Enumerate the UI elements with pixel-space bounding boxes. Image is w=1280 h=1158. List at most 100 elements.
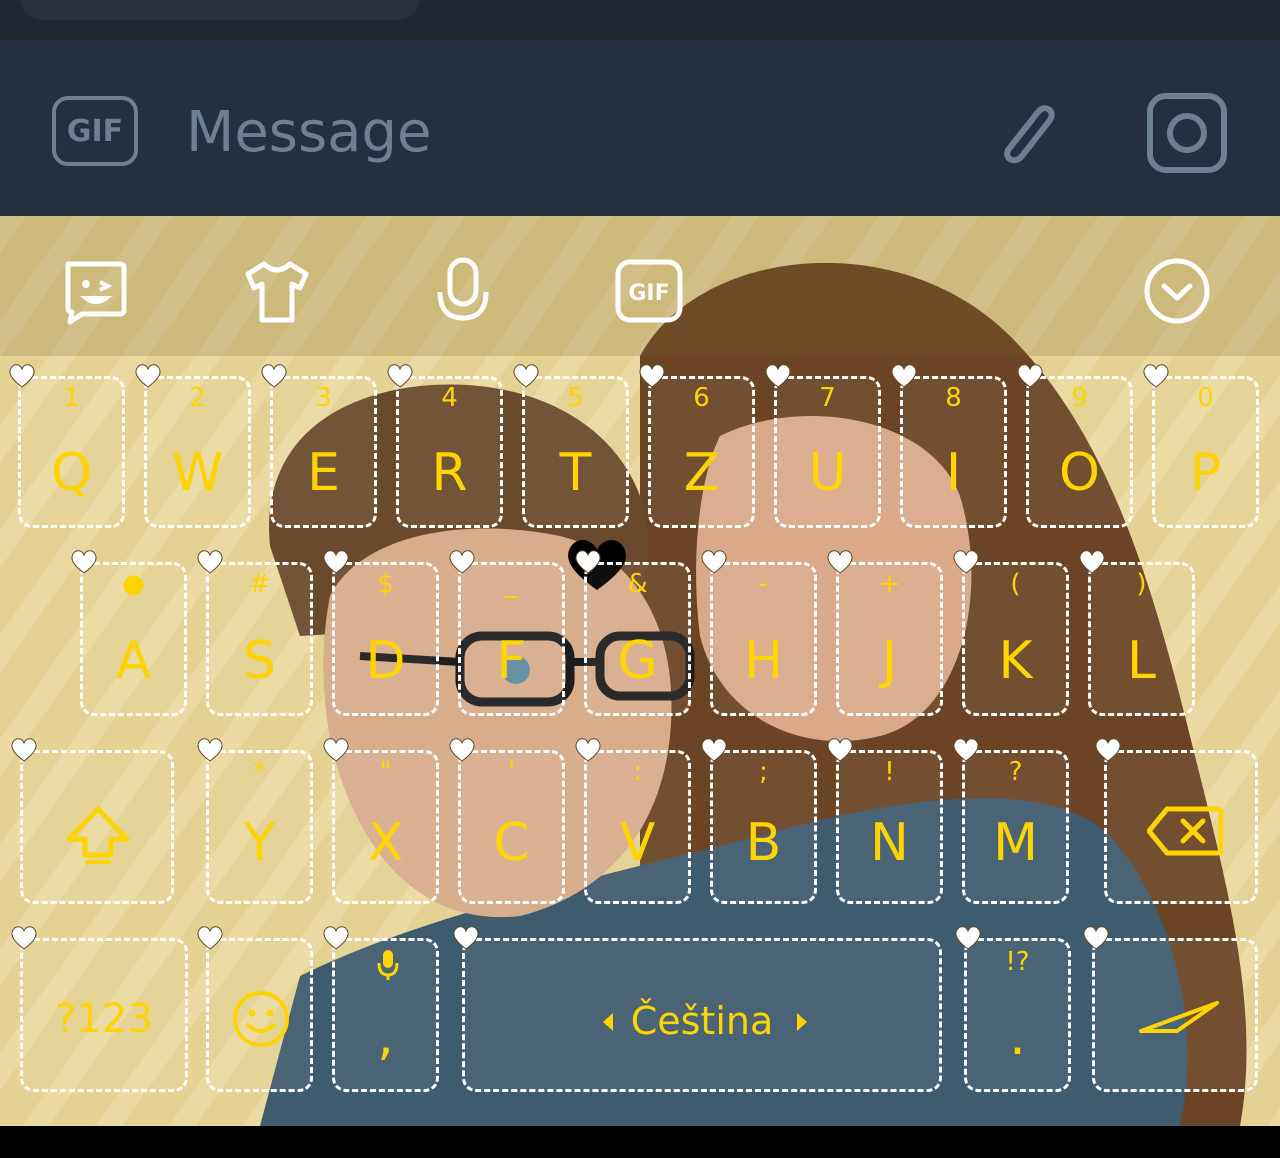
gif-icon-label: GIF — [628, 281, 669, 306]
key-label: T — [559, 443, 592, 503]
key-heart-icon — [1017, 364, 1043, 388]
key-label: F — [496, 631, 527, 691]
key-heart-icon — [955, 926, 981, 950]
key-y[interactable]: * Y — [197, 738, 313, 904]
key-label: O — [1059, 443, 1100, 503]
key-heart-icon — [453, 926, 479, 950]
key-j[interactable]: + J — [827, 550, 943, 716]
key-m[interactable]: ? M — [953, 738, 1069, 904]
key-v[interactable]: :V — [575, 738, 691, 904]
key-heart-icon — [197, 926, 223, 950]
key-heart-icon — [135, 364, 161, 388]
key-b[interactable]: ; B — [701, 738, 817, 904]
key-w[interactable]: 2W — [135, 364, 251, 528]
key-heart-icon — [575, 550, 601, 574]
key-heart-icon — [891, 364, 917, 388]
key-o[interactable]: 9O — [1017, 364, 1133, 528]
microphone-hint-icon — [377, 950, 399, 980]
key-k[interactable]: (K — [953, 550, 1069, 716]
shift-key[interactable] — [11, 738, 174, 904]
period-key[interactable]: !? . — [955, 926, 1071, 1092]
key-r[interactable]: 4R — [387, 364, 503, 528]
key-heart-icon — [387, 364, 413, 388]
key-label: E — [307, 443, 340, 503]
key-d[interactable]: $ D — [323, 550, 439, 716]
key-t[interactable]: 5T — [513, 364, 629, 528]
key-heart-icon — [197, 738, 223, 762]
key-heart-icon — [827, 738, 853, 762]
key-label: P — [1189, 443, 1222, 503]
key-c[interactable]: ' C — [449, 738, 565, 904]
key-label: R — [431, 443, 468, 503]
key-heart-icon — [827, 550, 853, 574]
key-l[interactable]: ) L — [1079, 550, 1195, 716]
enter-icon — [1139, 1001, 1219, 1033]
key-label: Z — [683, 443, 720, 503]
backspace-icon — [1147, 806, 1223, 856]
comma-key[interactable]: , — [323, 926, 439, 1092]
key-label: C — [493, 813, 530, 873]
key-label: Y — [243, 813, 276, 873]
shift-icon — [66, 806, 130, 864]
key-e[interactable]: 3E — [261, 364, 377, 528]
period-key-label: . — [1009, 1007, 1026, 1067]
microphone-icon[interactable] — [428, 256, 498, 326]
space-key[interactable]: Čeština — [453, 926, 942, 1092]
key-u[interactable]: 7U — [765, 364, 881, 528]
key-p[interactable]: 0P — [1143, 364, 1259, 528]
key-heart-icon — [449, 738, 475, 762]
key-heart-icon — [701, 738, 727, 762]
key-label: D — [365, 631, 406, 691]
collapse-chevron-icon[interactable] — [1142, 256, 1212, 326]
key-heart-icon — [1143, 364, 1169, 388]
gif-button[interactable]: GIF — [52, 96, 138, 166]
key-f[interactable]: _ F — [449, 550, 565, 716]
key-heart-icon — [11, 738, 37, 762]
attach-icon[interactable] — [982, 88, 1068, 174]
key-heart-icon — [701, 550, 727, 574]
key-label: I — [945, 443, 962, 503]
space-key-label: Čeština — [630, 999, 774, 1043]
key-heart-icon — [639, 364, 665, 388]
key-n[interactable]: ! N — [827, 738, 943, 904]
key-g[interactable]: & G — [575, 550, 691, 716]
key-heart-icon — [765, 364, 791, 388]
key-x[interactable]: " X — [323, 738, 439, 904]
key-h[interactable]: -H — [701, 550, 817, 716]
comma-key-label: , — [377, 1007, 394, 1067]
key-z[interactable]: 6Z — [639, 364, 755, 528]
sticker-icon[interactable] — [62, 256, 132, 326]
top-bar — [0, 0, 1280, 40]
backspace-key[interactable] — [1095, 738, 1258, 904]
emoji-key[interactable] — [197, 926, 313, 1092]
key-heart-icon — [323, 738, 349, 762]
key-a[interactable]: ● A — [71, 550, 187, 716]
key-heart-icon — [197, 550, 223, 574]
emoji-icon — [233, 991, 289, 1047]
message-input[interactable] — [186, 92, 886, 172]
period-key-hint: !? — [1005, 947, 1030, 977]
key-label: A — [115, 631, 152, 691]
key-heart-icon — [513, 364, 539, 388]
key-i[interactable]: 8I — [891, 364, 1007, 528]
tshirt-icon[interactable] — [242, 256, 312, 326]
key-heart-icon — [1095, 738, 1121, 762]
key-heart-icon — [575, 738, 601, 762]
gif-icon[interactable]: GIF — [614, 256, 684, 326]
key-label: V — [619, 813, 656, 873]
key-heart-icon — [953, 550, 979, 574]
symbols-key[interactable]: ?123 — [11, 926, 188, 1092]
key-label: G — [617, 631, 658, 691]
key-s[interactable]: # S — [197, 550, 313, 716]
camera-icon[interactable] — [1146, 92, 1228, 174]
key-heart-icon — [71, 550, 97, 574]
key-heart-icon — [261, 364, 287, 388]
key-label: K — [998, 631, 1033, 691]
key-q[interactable]: 1Q — [9, 364, 125, 528]
key-label: S — [242, 631, 276, 691]
enter-key[interactable] — [1083, 926, 1258, 1092]
key-label: L — [1127, 631, 1156, 691]
key-heart-icon — [449, 550, 475, 574]
key-heart-icon — [323, 926, 349, 950]
key-label: J — [881, 631, 898, 691]
